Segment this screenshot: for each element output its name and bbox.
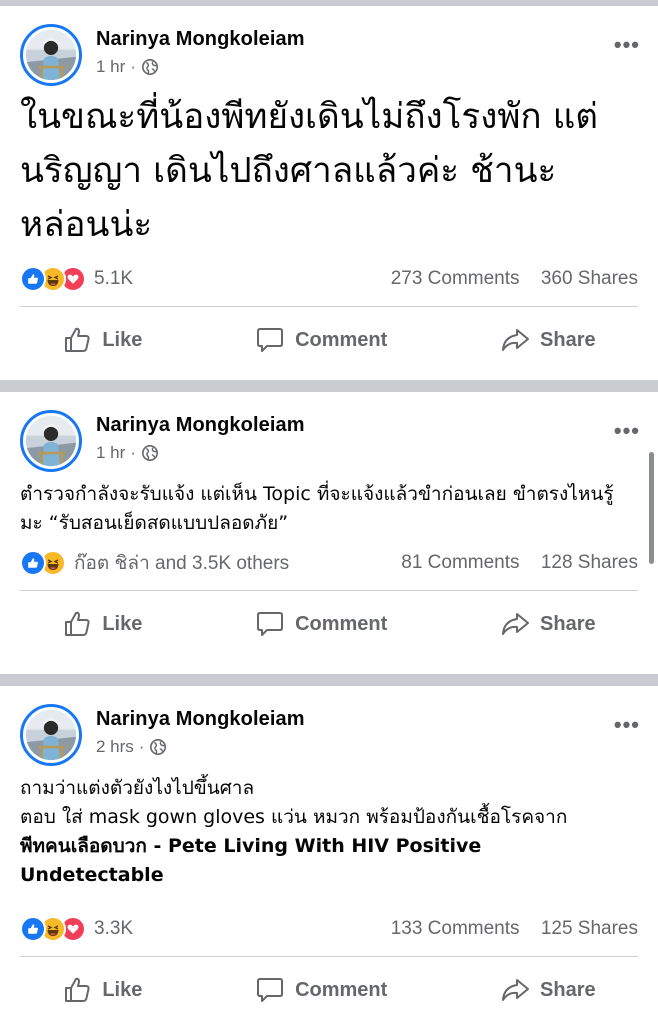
thumbs-up-icon (62, 609, 92, 639)
globe-icon (141, 58, 159, 76)
meta-dot: · (130, 57, 136, 76)
comment-bubble-icon (255, 325, 285, 355)
like-reaction-icon (20, 266, 46, 292)
post-meta: Narinya Mongkoleiam 1 hr · (96, 28, 305, 77)
post-separator (0, 674, 658, 686)
comment-bubble-icon (255, 975, 285, 1005)
more-dots-icon[interactable]: ••• (614, 712, 640, 738)
comment-button[interactable]: Comment (255, 325, 387, 355)
post-stats: 5.1K 273 Comments 360 Shares (0, 258, 658, 300)
scrollbar[interactable] (649, 452, 654, 564)
post-timestamp[interactable]: 1 hr (96, 443, 125, 463)
comments-count[interactable]: 81 Comments (401, 552, 519, 573)
share-button[interactable]: Share (500, 609, 596, 639)
reaction-count: 5.1K (94, 268, 134, 289)
shares-count[interactable]: 128 Shares (541, 552, 638, 573)
globe-icon (141, 444, 159, 462)
comment-label: Comment (295, 978, 388, 1001)
news-feed: Narinya Mongkoleiam 1 hr · ••• ในขณะที่น… (0, 0, 658, 1024)
reaction-count: 3.3K (94, 918, 134, 939)
post-actions: Like Comment Share (0, 957, 658, 1023)
shares-count[interactable]: 125 Shares (541, 918, 638, 939)
post-stats: ก๊อต ชิล่า and 3.5K others 81 Comments 1… (0, 542, 658, 584)
like-button[interactable]: Like (62, 975, 142, 1005)
comments-count[interactable]: 133 Comments (391, 918, 520, 939)
post-timestamp[interactable]: 2 hrs (96, 737, 134, 757)
post-timestamp[interactable]: 1 hr (96, 57, 125, 77)
like-button[interactable]: Like (62, 325, 142, 355)
reactions-summary[interactable]: 3.3K (20, 916, 133, 942)
share-arrow-icon (500, 325, 530, 355)
more-dots-icon[interactable]: ••• (614, 418, 640, 444)
comment-label: Comment (295, 328, 388, 351)
share-label: Share (540, 328, 596, 351)
share-label: Share (540, 978, 596, 1001)
reaction-count: ก๊อต ชิล่า and 3.5K others (74, 553, 290, 574)
comments-count[interactable]: 273 Comments (391, 268, 520, 289)
like-button[interactable]: Like (62, 609, 142, 639)
post-header: Narinya Mongkoleiam 2 hrs · ••• (0, 686, 658, 766)
avatar-image (26, 710, 76, 760)
thumbs-up-icon (62, 975, 92, 1005)
post-text-line: ถามว่าแต่งตัวยังไงไปขึ้นศาล (20, 777, 255, 799)
author-avatar[interactable] (20, 410, 82, 472)
author-name[interactable]: Narinya Mongkoleiam (96, 28, 305, 51)
avatar-image (26, 30, 76, 80)
like-label: Like (102, 612, 143, 635)
comment-share-counts: 133 Comments 125 Shares (391, 918, 638, 940)
like-label: Like (102, 328, 143, 351)
comment-button[interactable]: Comment (255, 975, 387, 1005)
post-stats: 3.3K 133 Comments 125 Shares (0, 908, 658, 950)
post-text: ตำรวจกำลังจะรับแจ้ง แต่เห็น Topic ที่จะแ… (20, 483, 614, 534)
meta-dot: · (130, 443, 136, 462)
thumbs-up-icon (62, 325, 92, 355)
post-1: Narinya Mongkoleiam 1 hr · ••• ในขณะที่น… (0, 6, 658, 380)
comment-share-counts: 81 Comments 128 Shares (401, 552, 638, 574)
post-separator (0, 380, 658, 392)
share-arrow-icon (500, 609, 530, 639)
post-text: ถามว่าแต่งตัวยังไงไปขึ้นศาล ตอบ ใส่ mask… (0, 766, 640, 890)
reactions-summary[interactable]: ก๊อต ชิล่า and 3.5K others (20, 548, 289, 578)
author-name[interactable]: Narinya Mongkoleiam (96, 708, 305, 731)
post-actions: Like Comment Share (0, 307, 658, 373)
post-text: ในขณะที่น้องพีทยังเดินไม่ถึงโรงพัก แต่นร… (20, 97, 598, 245)
post-time-row: 1 hr · (96, 443, 305, 463)
like-reaction-icon (20, 916, 46, 942)
like-reaction-icon (20, 550, 46, 576)
share-label: Share (540, 612, 596, 635)
post-time-row: 1 hr · (96, 57, 305, 77)
post-header: Narinya Mongkoleiam 1 hr · ••• (0, 6, 658, 86)
post-time-row: 2 hrs · (96, 737, 305, 757)
post-meta: Narinya Mongkoleiam 1 hr · (96, 414, 305, 463)
more-dots-icon[interactable]: ••• (614, 32, 640, 58)
share-button[interactable]: Share (500, 325, 596, 355)
comment-share-counts: 273 Comments 360 Shares (391, 268, 638, 290)
comment-bubble-icon (255, 609, 285, 639)
avatar-image (26, 416, 76, 466)
shares-count[interactable]: 360 Shares (541, 268, 638, 289)
author-name[interactable]: Narinya Mongkoleiam (96, 414, 305, 437)
meta-dot: · (138, 737, 145, 756)
comment-label: Comment (295, 612, 388, 635)
mentioned-page-link[interactable]: พีทคนเลือดบวก - Pete Living With HIV Pos… (20, 832, 540, 890)
author-avatar[interactable] (20, 24, 82, 86)
post-actions: Like Comment Share (0, 591, 658, 657)
author-avatar[interactable] (20, 704, 82, 766)
post-meta: Narinya Mongkoleiam 2 hrs · (96, 708, 305, 757)
post-3: Narinya Mongkoleiam 2 hrs · ••• ถามว่าแต… (0, 686, 658, 1024)
like-label: Like (102, 978, 143, 1001)
comment-button[interactable]: Comment (255, 609, 387, 639)
globe-icon (149, 738, 167, 756)
share-button[interactable]: Share (500, 975, 596, 1005)
post-2: Narinya Mongkoleiam 1 hr · ••• ตำรวจกำลั… (0, 392, 658, 674)
post-text-line: ตอบ ใส่ mask gown gloves แว่น หมวก พร้อม… (20, 806, 568, 828)
share-arrow-icon (500, 975, 530, 1005)
reactions-summary[interactable]: 5.1K (20, 266, 133, 292)
post-header: Narinya Mongkoleiam 1 hr · ••• (0, 392, 658, 472)
